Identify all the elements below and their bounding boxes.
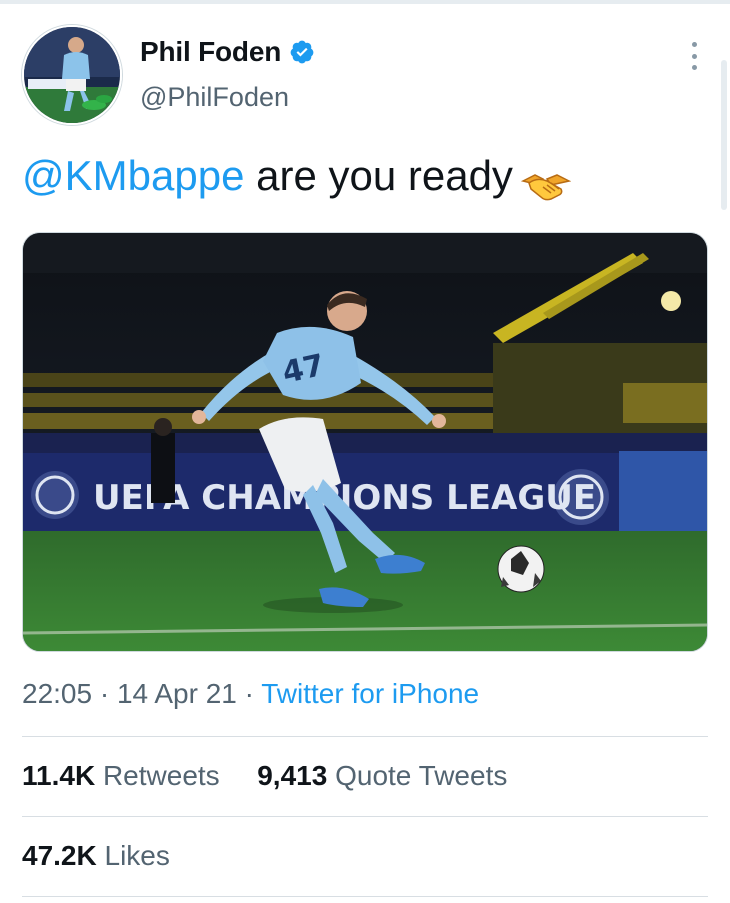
meta-separator: · xyxy=(92,678,117,709)
quote-tweets-label: Quote Tweets xyxy=(335,760,508,791)
author-name[interactable]: Phil Foden xyxy=(140,36,281,68)
likes-stat[interactable]: 47.2K Likes xyxy=(22,840,170,872)
retweets-count: 11.4K xyxy=(22,760,96,791)
tweet-text: @KMbappe are you ready xyxy=(22,150,572,202)
verified-badge-icon xyxy=(289,39,315,65)
mention-link[interactable]: @KMbappe xyxy=(22,152,244,199)
quote-tweets-stat[interactable]: 9,413 Quote Tweets xyxy=(257,760,507,791)
tweet-body: are you ready xyxy=(244,152,513,199)
tweet-meta: 22:05 · 14 Apr 21 · Twitter for iPhone xyxy=(22,678,479,710)
divider xyxy=(22,736,708,737)
tweet-media-image[interactable]: UEFA CHAMPIONS LEAGUE 47 xyxy=(22,232,708,652)
meta-separator: · xyxy=(236,678,262,709)
author-name-row[interactable]: Phil Foden xyxy=(140,34,315,70)
handshake-emoji xyxy=(520,163,572,201)
likes-label: Likes xyxy=(104,840,170,871)
author-handle[interactable]: @PhilFoden xyxy=(140,82,289,113)
retweets-stat[interactable]: 11.4K Retweets xyxy=(22,760,220,791)
divider xyxy=(22,896,708,897)
avatar[interactable] xyxy=(22,25,122,125)
quote-tweets-count: 9,413 xyxy=(257,760,328,791)
tweet-source-link[interactable]: Twitter for iPhone xyxy=(261,678,479,709)
more-options-icon[interactable] xyxy=(688,42,700,70)
stats-row: 11.4K Retweets 9,413 Quote Tweets xyxy=(22,760,507,792)
tweet-time[interactable]: 22:05 xyxy=(22,678,92,709)
likes-count: 47.2K xyxy=(22,840,97,871)
retweets-label: Retweets xyxy=(102,760,220,791)
scrollbar[interactable] xyxy=(721,60,727,210)
tweet-date[interactable]: 14 Apr 21 xyxy=(117,678,237,709)
top-border xyxy=(0,0,730,4)
divider xyxy=(22,816,708,817)
